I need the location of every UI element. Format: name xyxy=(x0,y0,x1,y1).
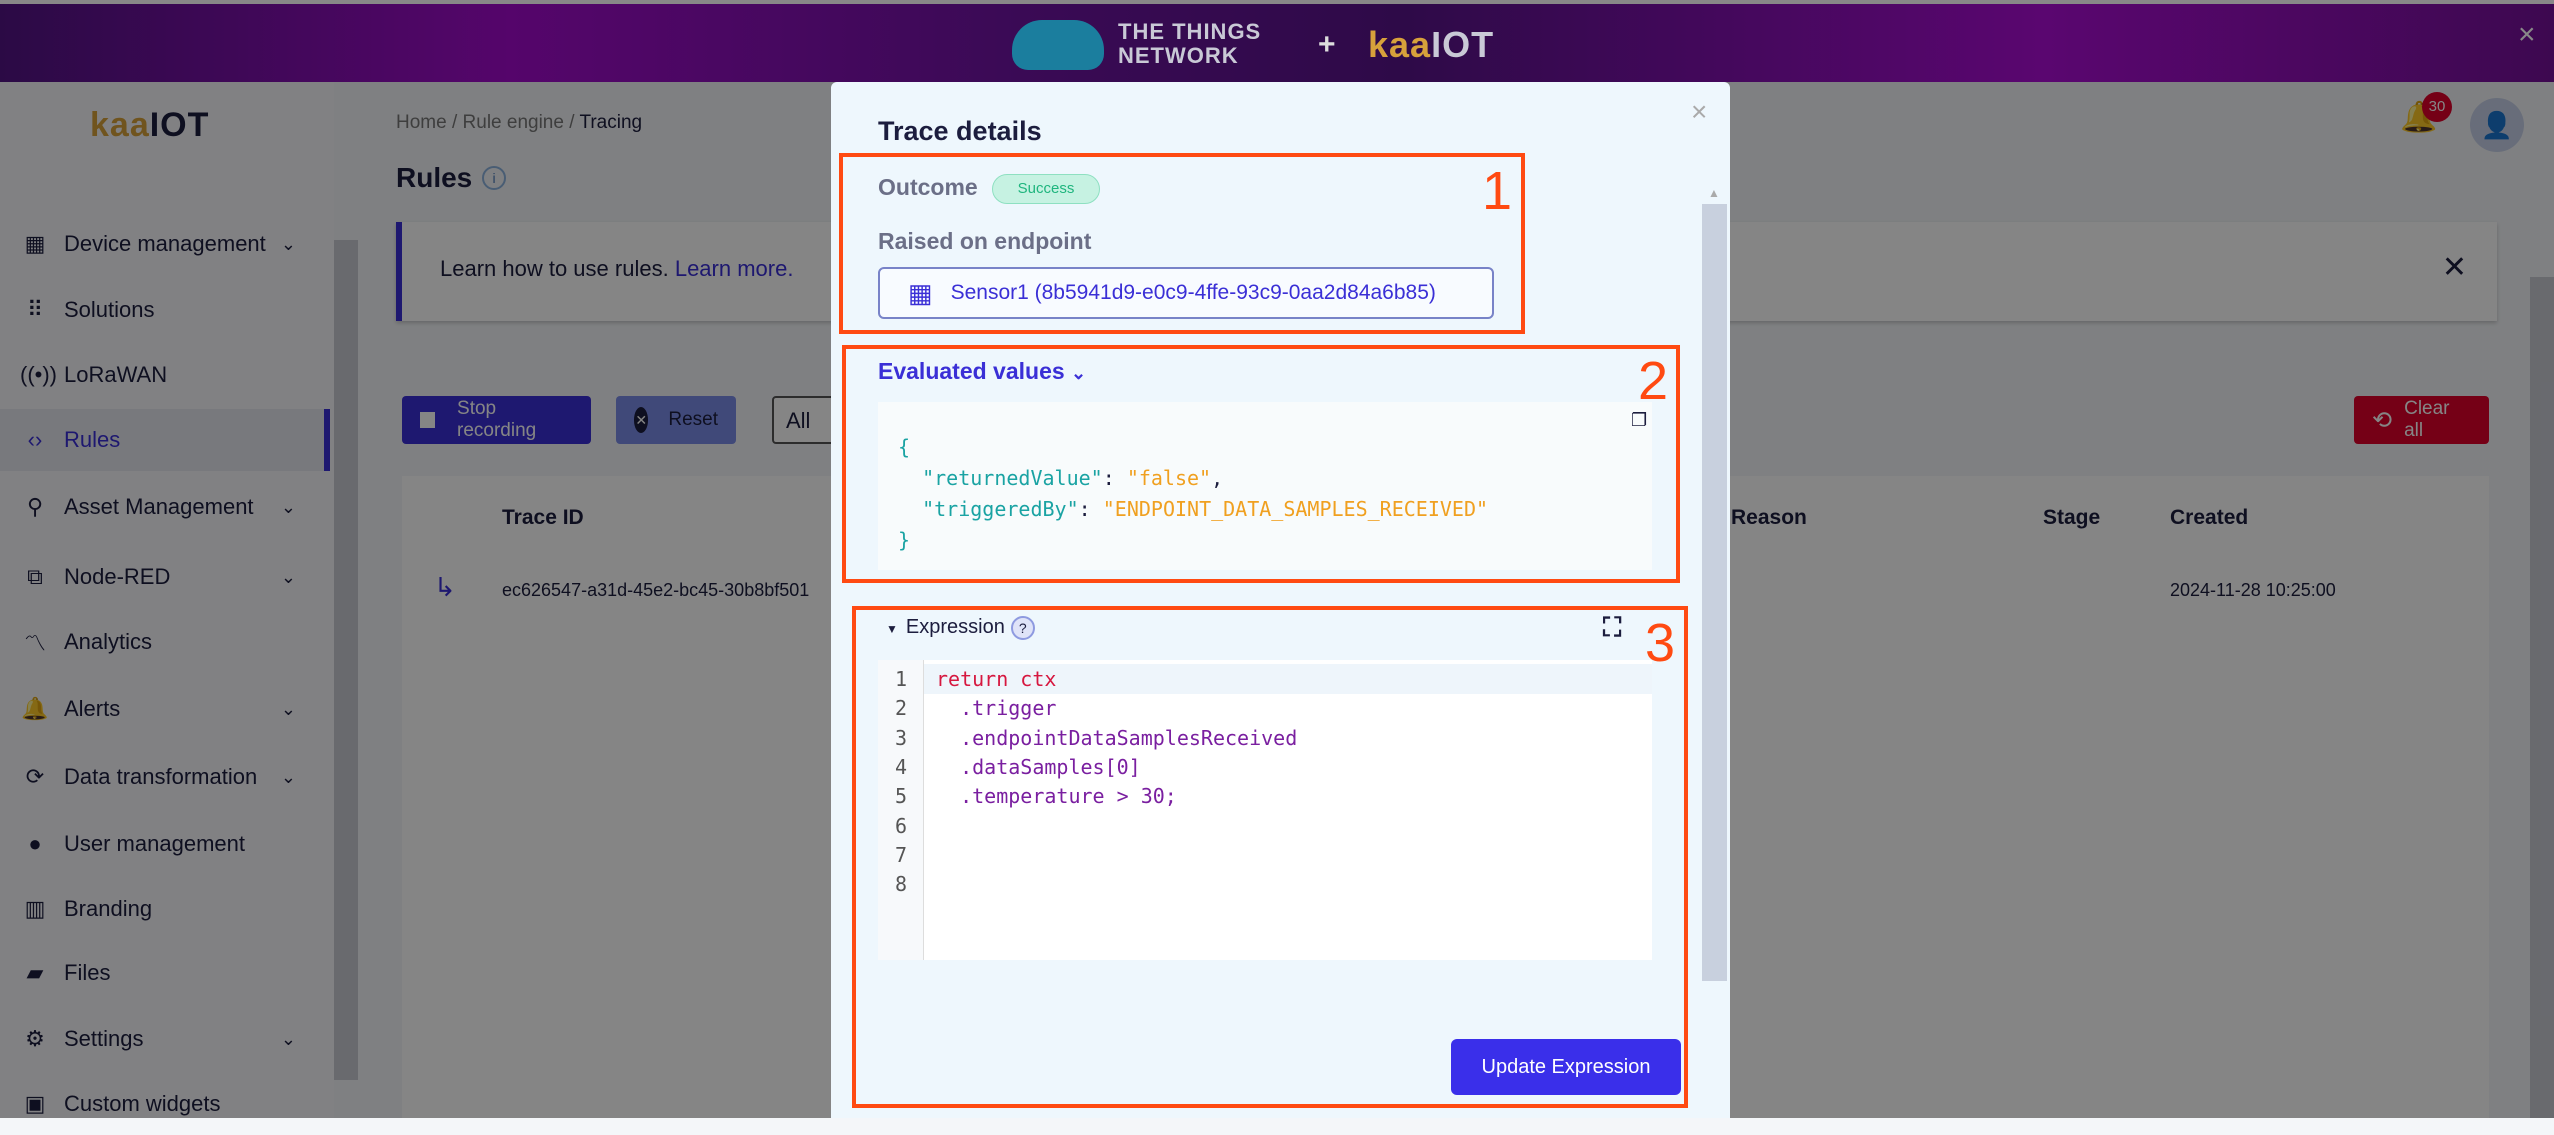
plus-sign: + xyxy=(1318,28,1336,61)
scroll-up-arrow-icon[interactable]: ▲ xyxy=(1708,186,1720,200)
ttn-cloud-logo xyxy=(1012,20,1104,70)
ttn-logo-text: THE THINGS NETWORK xyxy=(1118,19,1262,68)
annotation-number-1: 1 xyxy=(1482,161,1513,221)
kaa-logo: kaaIOT xyxy=(1368,24,1495,65)
modal-title: Trace details xyxy=(878,116,1042,146)
annotation-box-2 xyxy=(842,345,1680,583)
annotation-number-2: 2 xyxy=(1638,351,1669,411)
modal-scrollbar[interactable] xyxy=(1702,204,1727,981)
annotation-box-1 xyxy=(839,153,1525,334)
annotation-number-3: 3 xyxy=(1645,613,1676,673)
close-icon[interactable]: × xyxy=(1691,96,1707,128)
annotation-box-3 xyxy=(852,606,1688,1108)
banner-close-button[interactable]: × xyxy=(2518,18,2536,52)
promo-banner: THE THINGS NETWORK + kaaIOT × xyxy=(0,0,2554,82)
